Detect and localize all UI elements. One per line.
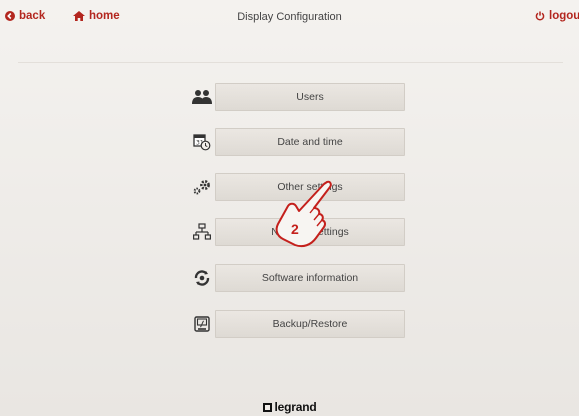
power-icon bbox=[535, 11, 545, 21]
menu-item-users[interactable]: Users bbox=[188, 83, 405, 111]
network-settings-label: Network settings bbox=[271, 226, 349, 238]
network-icon bbox=[188, 219, 215, 245]
menu-item-date-time[interactable]: 31 Date and time bbox=[188, 128, 405, 156]
users-icon bbox=[188, 84, 215, 110]
software-information-button[interactable]: Software information bbox=[215, 264, 405, 292]
backup-icon bbox=[188, 311, 215, 337]
date-time-button[interactable]: Date and time bbox=[215, 128, 405, 156]
users-button[interactable]: Users bbox=[215, 83, 405, 111]
header-divider bbox=[18, 62, 563, 63]
date-time-label: Date and time bbox=[277, 136, 343, 148]
menu-item-software-information[interactable]: Software information bbox=[188, 264, 405, 292]
software-disc-icon bbox=[188, 265, 215, 291]
brand-logo: legrand bbox=[0, 400, 579, 414]
users-label: Users bbox=[296, 91, 324, 103]
logout-label: logout bbox=[549, 10, 579, 22]
calendar-clock-icon: 31 bbox=[188, 129, 215, 155]
menu-item-backup-restore[interactable]: Backup/Restore bbox=[188, 310, 405, 338]
gears-icon bbox=[188, 174, 215, 200]
page-title: Display Configuration bbox=[237, 11, 342, 23]
backup-restore-label: Backup/Restore bbox=[272, 318, 348, 330]
software-information-label: Software information bbox=[261, 272, 359, 284]
menu-item-other-settings[interactable]: Other settings bbox=[188, 173, 405, 201]
other-settings-label: Other settings bbox=[277, 181, 343, 193]
other-settings-button[interactable]: Other settings bbox=[215, 173, 405, 201]
logo-mark-icon bbox=[262, 402, 272, 412]
backup-restore-button[interactable]: Backup/Restore bbox=[215, 310, 405, 338]
network-settings-button[interactable]: Network settings bbox=[215, 218, 405, 246]
top-bar: back home Display Configuration logout bbox=[0, 0, 579, 40]
brand-name: legrand bbox=[274, 400, 317, 414]
logout-button[interactable]: logout bbox=[535, 10, 579, 22]
menu-item-network-settings[interactable]: Network settings bbox=[188, 218, 405, 246]
